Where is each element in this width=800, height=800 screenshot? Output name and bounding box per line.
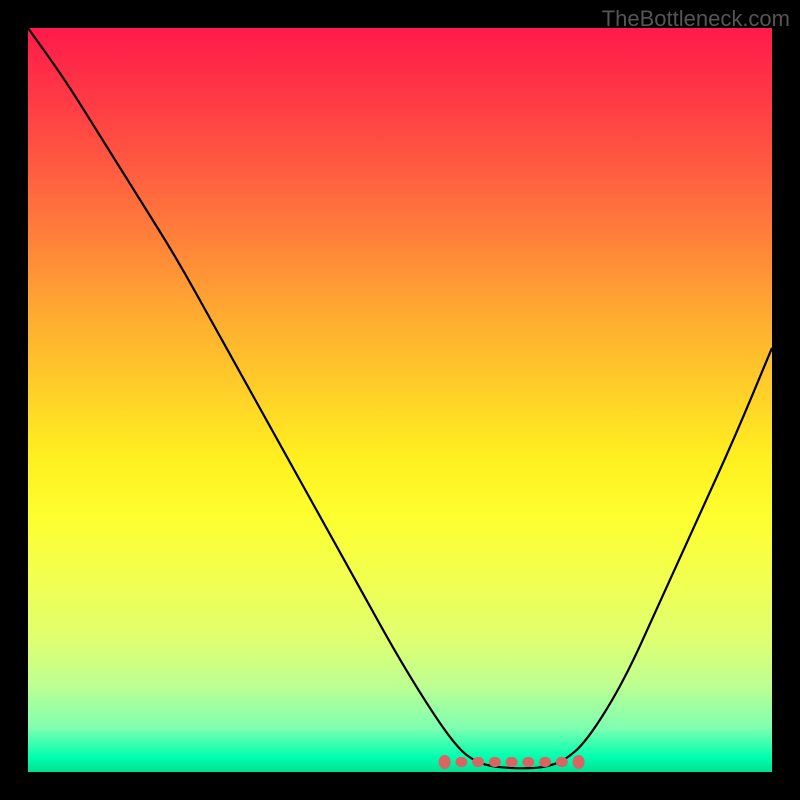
optimal-marker: [439, 755, 451, 769]
optimal-marker: [522, 757, 534, 767]
optimal-marker: [455, 757, 467, 767]
watermark-text: TheBottleneck.com: [602, 6, 790, 32]
chart-svg-layer: [28, 28, 772, 772]
chart-plot-area: [28, 28, 772, 772]
optimal-marker: [573, 755, 585, 769]
metric-curve: [28, 28, 772, 768]
optimal-marker: [556, 757, 568, 767]
optimal-marker: [472, 757, 484, 767]
optimal-zone-markers: [439, 755, 585, 769]
optimal-marker: [489, 757, 501, 767]
optimal-marker: [506, 757, 518, 767]
optimal-marker: [539, 757, 551, 767]
